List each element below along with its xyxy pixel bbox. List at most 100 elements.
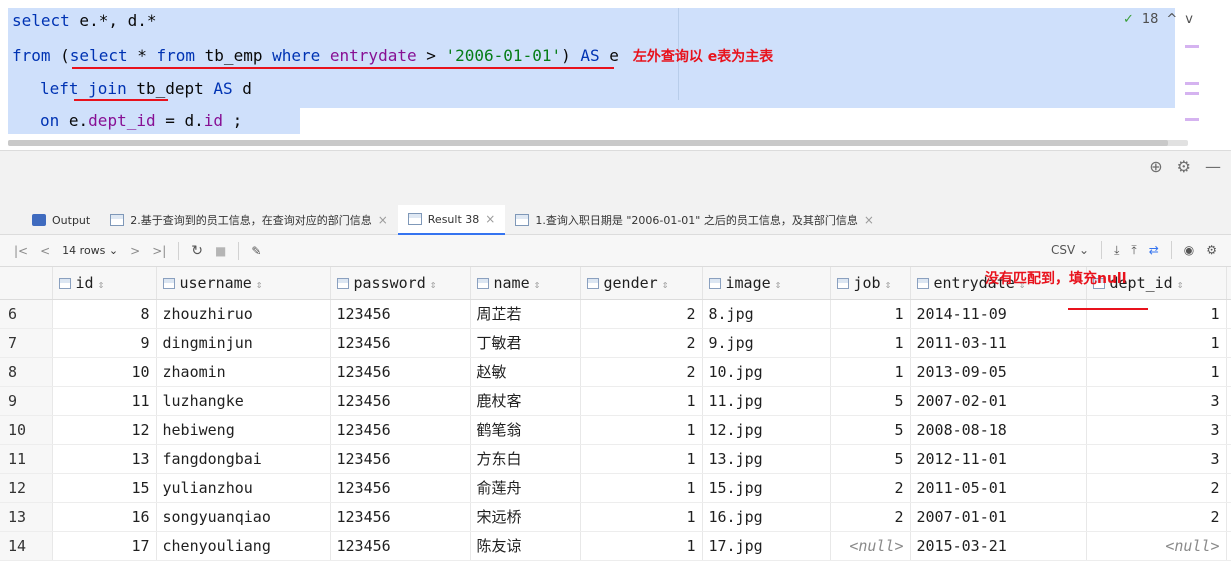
row-number[interactable]: 13 (0, 502, 53, 532)
cell-cr[interactable]: 2022 (1226, 415, 1231, 445)
close-icon[interactable]: × (864, 213, 874, 227)
settings-icon[interactable]: ⚙ (1206, 243, 1217, 257)
cell-job[interactable]: <null> (830, 531, 911, 561)
sort-icon[interactable]: ⇕ (534, 278, 541, 291)
table-row[interactable]: 68zhouzhiruo123456周芷若28.jpg12014-11-0912… (0, 299, 1231, 329)
sort-icon[interactable]: ⇕ (662, 278, 669, 291)
cell-username[interactable]: chenyouliang (156, 531, 331, 561)
cell-name[interactable]: 俞莲舟 (470, 473, 581, 503)
cell-gender[interactable]: 1 (580, 415, 703, 445)
row-number[interactable]: 8 (0, 357, 53, 387)
row-count-dropdown[interactable]: 14 rows ⌄ (62, 244, 118, 257)
table-row[interactable]: 10 12 hebiweng 123456 鹤笔翁 1 12.jpg 5 2008-08-18 3… (0, 415, 1231, 445)
cell-id[interactable]: 16 (52, 502, 157, 532)
cell-password[interactable]: 123456 (330, 299, 471, 329)
cell-job[interactable]: 5 (830, 415, 911, 445)
cell-id[interactable]: 15 (52, 473, 157, 503)
cell-dept_id[interactable]: 3 (1086, 386, 1227, 416)
cell-entrydate[interactable]: 2015-03-21 (910, 531, 1087, 561)
cell-dept_id[interactable]: 1 (1086, 299, 1227, 329)
cell-job[interactable]: 5 (830, 444, 911, 474)
sort-icon[interactable]: ⇕ (775, 278, 782, 291)
cell-entrydate[interactable]: 2012-11-01 (910, 444, 1087, 474)
table-row[interactable]: 13 16 songyuanqiao 123456 宋远桥 1 16.jpg 2 2007-01… (0, 502, 1231, 532)
gear-icon[interactable]: ⚙ (1177, 157, 1191, 176)
row-number[interactable]: 11 (0, 444, 53, 474)
cell-dept_id[interactable]: 3 (1086, 444, 1227, 474)
sort-icon[interactable]: ⇕ (885, 278, 892, 291)
inspection-widget[interactable]: ✓ 18 ^ v (1123, 12, 1193, 27)
cell-gender[interactable]: 2 (580, 328, 703, 358)
cell-image[interactable]: 16.jpg (702, 502, 831, 532)
table-row[interactable]: 810zhaomin123456赵敏210.jpg12013-09-051202… (0, 357, 1231, 387)
cell-username[interactable]: hebiweng (156, 415, 331, 445)
cell-job[interactable]: 2 (830, 473, 911, 503)
crosshair-icon[interactable]: ⊕ (1149, 157, 1162, 176)
cell-name[interactable]: 赵敏 (470, 357, 581, 387)
column-header-name[interactable]: name ⇕ (470, 267, 581, 300)
previous-highlight-button[interactable]: ^ (1166, 12, 1177, 27)
cell-name[interactable]: 鹿杖客 (470, 386, 581, 416)
last-page-icon[interactable]: >| (152, 244, 166, 258)
cell-cr[interactable]: 2022 (1226, 444, 1231, 474)
cell-job[interactable]: 1 (830, 357, 911, 387)
cell-entrydate[interactable]: 2014-11-09 (910, 299, 1087, 329)
cell-password[interactable]: 123456 (330, 502, 471, 532)
cell-password[interactable]: 123456 (330, 531, 471, 561)
cell-id[interactable]: 9 (52, 328, 157, 358)
cell-gender[interactable]: 1 (580, 386, 703, 416)
download-icon[interactable]: ⤓ (1114, 243, 1119, 258)
cell-id[interactable]: 13 (52, 444, 157, 474)
cell-name[interactable]: 方东白 (470, 444, 581, 474)
cell-username[interactable]: songyuanqiao (156, 502, 331, 532)
cell-image[interactable]: 12.jpg (702, 415, 831, 445)
cell-dept_id[interactable]: 1 (1086, 328, 1227, 358)
column-header-image[interactable]: image ⇕ (702, 267, 831, 300)
cell-image[interactable]: 13.jpg (702, 444, 831, 474)
cell-image[interactable]: 8.jpg (702, 299, 831, 329)
cell-entrydate[interactable]: 2011-03-11 (910, 328, 1087, 358)
row-number[interactable]: 14 (0, 531, 53, 561)
cell-password[interactable]: 123456 (330, 415, 471, 445)
table-row[interactable]: 12 15 yulianzhou 123456 俞莲舟 1 15.jpg 2 2011-05-0… (0, 473, 1231, 503)
cell-cr[interactable]: 2022 (1226, 328, 1231, 358)
table-row[interactable]: 79dingminjun123456丁敏君29.jpg12011-03-1112… (0, 328, 1231, 358)
column-header-gender[interactable]: gender ⇕ (580, 267, 703, 300)
refresh-icon[interactable]: ↻ (191, 243, 203, 259)
cell-gender[interactable]: 1 (580, 473, 703, 503)
stop-icon[interactable]: ■ (215, 244, 226, 258)
cell-password[interactable]: 123456 (330, 386, 471, 416)
tab-query-2[interactable]: 2.基于查询到的员工信息，在查询对应的部门信息 × (100, 205, 398, 235)
cell-cr[interactable]: 2022 (1226, 299, 1231, 329)
cell-image[interactable]: 17.jpg (702, 531, 831, 561)
cell-gender[interactable]: 1 (580, 444, 703, 474)
cell-cr[interactable]: 2022 (1226, 386, 1231, 416)
compare-icon[interactable]: ⇄ (1149, 243, 1159, 257)
row-number[interactable]: 6 (0, 299, 53, 329)
code-line-4[interactable]: on e.dept_id = d.id ; (36, 108, 242, 134)
tab-output[interactable]: Output (22, 205, 100, 235)
cell-image[interactable]: 11.jpg (702, 386, 831, 416)
cell-job[interactable]: 1 (830, 299, 911, 329)
sort-icon[interactable]: ⇕ (430, 278, 437, 291)
cell-name[interactable]: 宋远桥 (470, 502, 581, 532)
tab-result-38[interactable]: Result 38 × (397, 205, 506, 235)
export-format-dropdown[interactable]: CSV ⌄ (1051, 243, 1089, 257)
code-line-1[interactable]: select e.*, d.* (12, 8, 157, 34)
cell-id[interactable]: 17 (52, 531, 157, 561)
row-number[interactable]: 9 (0, 386, 53, 416)
table-row[interactable]: 9 11 luzhangke 123456 鹿杖客 1 11.jpg 5 2007-02-01 3… (0, 386, 1231, 416)
sort-icon[interactable]: ⇕ (98, 278, 105, 291)
close-icon[interactable]: × (378, 213, 388, 227)
first-page-icon[interactable]: |< (14, 244, 28, 258)
cell-dept_id[interactable]: 1 (1086, 357, 1227, 387)
sort-icon[interactable]: ⇕ (256, 278, 263, 291)
cell-entrydate[interactable]: 2007-02-01 (910, 386, 1087, 416)
cell-password[interactable]: 123456 (330, 328, 471, 358)
cell-name[interactable]: 周芷若 (470, 299, 581, 329)
cell-name[interactable]: 陈友谅 (470, 531, 581, 561)
next-highlight-button[interactable]: v (1185, 12, 1193, 27)
cell-username[interactable]: dingminjun (156, 328, 331, 358)
cell-gender[interactable]: 2 (580, 299, 703, 329)
cell-image[interactable]: 15.jpg (702, 473, 831, 503)
